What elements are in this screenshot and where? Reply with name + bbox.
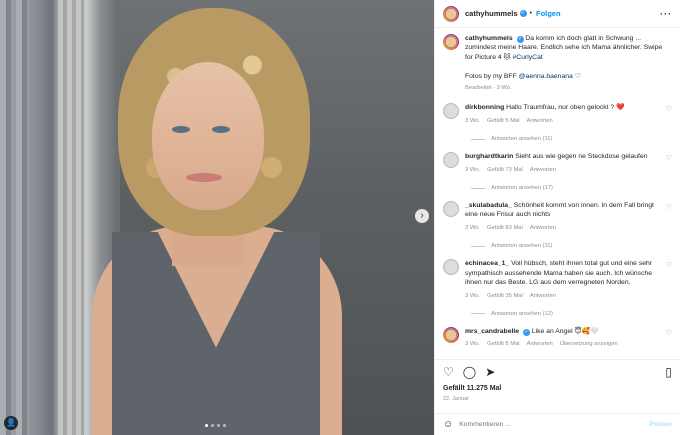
heart-icon[interactable]: ♡: [666, 154, 672, 162]
comment-age[interactable]: 3 Wo.: [465, 292, 480, 301]
verified-icon: ✓: [519, 10, 527, 17]
view-replies[interactable]: Antworten ansehen (11): [471, 136, 672, 142]
hashtag-link[interactable]: #CurlyCat: [513, 54, 543, 61]
left-eye: [172, 126, 190, 133]
comment: echinacea_1_ Voll hübsch, steht ihnen to…: [443, 259, 672, 301]
bookmark-icon[interactable]: ▯: [665, 365, 672, 379]
user-tag-icon[interactable]: 👤: [4, 416, 18, 430]
heart-icon[interactable]: ♡: [666, 329, 672, 337]
caption-text: cathyhummels ✓ Da komm ich doch glatt in…: [465, 34, 672, 93]
view-replies-label[interactable]: Antworten ansehen (11): [491, 243, 552, 249]
comment-author[interactable]: _skulabadula_: [465, 202, 512, 209]
avatar[interactable]: [443, 5, 459, 22]
carousel-dot: [205, 424, 208, 427]
comment-text: Hallo Traumfrau, nur oben gelockt ?: [506, 104, 615, 112]
verified-icon: ✓: [522, 328, 530, 336]
chevron-right-icon[interactable]: ›: [415, 209, 429, 223]
view-replies-label[interactable]: Antworten ansehen (12): [491, 311, 553, 317]
window-light: [58, 0, 84, 435]
view-replies-label[interactable]: Antworten ansehen (17): [491, 185, 553, 191]
heart-icon[interactable]: ♡: [666, 203, 672, 211]
comment-author[interactable]: mrs_candrabelle: [465, 328, 519, 335]
comment-likes[interactable]: Gefällt 8 Mal: [487, 340, 520, 349]
comment-likes[interactable]: Gefällt 35 Mal: [487, 292, 523, 301]
heart-icon[interactable]: ♡: [666, 261, 672, 269]
comments-scroll[interactable]: cathyhummels ✓ Da komm ich doch glatt in…: [435, 29, 680, 359]
post-photo[interactable]: › 👤: [0, 0, 434, 435]
avatar[interactable]: [443, 34, 459, 50]
face: [152, 62, 264, 210]
avatar[interactable]: [443, 103, 459, 120]
reply-button[interactable]: Antworten: [530, 224, 556, 233]
heart-outline-icon: ♡: [574, 72, 581, 80]
view-replies[interactable]: Antworten ansehen (17): [471, 185, 672, 191]
comment-input[interactable]: [459, 421, 644, 428]
carousel-dot: [217, 424, 220, 427]
avatar[interactable]: [443, 201, 459, 218]
comment-age[interactable]: 3 Wo.: [465, 340, 480, 349]
carousel-dot: [211, 424, 214, 427]
comment-age[interactable]: 3 Wo.: [465, 166, 480, 175]
comment-emoji: ❤️: [616, 104, 625, 112]
heart-icon[interactable]: ♡: [443, 365, 454, 379]
caption-author[interactable]: cathyhummels: [465, 35, 513, 42]
carousel-dot: [223, 424, 226, 427]
reply-button[interactable]: Antworten: [530, 292, 556, 301]
reply-button[interactable]: Antworten: [527, 340, 553, 349]
author-username[interactable]: cathyhummels: [465, 9, 518, 18]
translate-button[interactable]: Übersetzung anzeigen: [560, 340, 618, 349]
post-comment-button[interactable]: Posten: [649, 421, 672, 428]
comment: _skulabadula_ Schönheit kommt von innen.…: [443, 201, 672, 233]
credit-handle-link[interactable]: @aenna.baenana: [519, 73, 573, 80]
view-replies-label[interactable]: Antworten ansehen (11): [491, 136, 552, 142]
comment-icon[interactable]: ◯: [463, 365, 476, 379]
comment-text: Like an Angel 😇🥰🤍: [531, 327, 599, 335]
reply-button[interactable]: Antworten: [527, 117, 553, 126]
carousel-dots: [205, 424, 226, 427]
share-icon[interactable]: ➤: [485, 365, 495, 379]
post-header: cathyhummels ✓ • Folgen ···: [435, 0, 680, 28]
comment-author[interactable]: dirkbonning: [465, 104, 504, 111]
avatar[interactable]: [443, 152, 459, 169]
reply-button[interactable]: Antworten: [530, 166, 556, 175]
caption: cathyhummels ✓ Da komm ich doch glatt in…: [443, 34, 672, 93]
comment-age[interactable]: 3 Wo.: [465, 224, 480, 233]
heart-icon[interactable]: ♡: [666, 105, 672, 113]
view-replies[interactable]: Antworten ansehen (12): [471, 311, 672, 317]
verified-icon: ✓: [516, 36, 524, 43]
post-sidebar: cathyhummels ✓ • Folgen ··· cathyhummels…: [434, 0, 680, 435]
comment-age[interactable]: 3 Wo.: [465, 117, 480, 126]
more-options-icon[interactable]: ···: [660, 9, 672, 19]
avatar[interactable]: [443, 326, 459, 343]
comment-author[interactable]: burghardtkarin: [465, 153, 513, 160]
post-actions: ♡ ◯ ➤ ▯ Gefällt 11.275 Mal 22. Januar: [435, 359, 680, 402]
view-replies[interactable]: Antworten ansehen (11): [471, 243, 672, 249]
credit-text: Fotos by my BFF: [465, 72, 517, 80]
comment-likes[interactable]: Gefällt 73 Mal: [487, 166, 523, 175]
curtain: [0, 0, 30, 435]
comment-likes[interactable]: Gefällt 5 Mal: [487, 117, 520, 126]
comment: dirkbonning Hallo Traumfrau, nur oben ge…: [443, 103, 672, 126]
comment-text: Sieht aus wie gegen ne Steckdose gelaufe…: [515, 153, 648, 161]
likes-count[interactable]: Gefällt 11.275 Mal: [443, 385, 672, 392]
avatar[interactable]: [443, 259, 459, 276]
lips: [186, 173, 222, 182]
comment-author[interactable]: echinacea_1_: [465, 260, 509, 267]
emoji-icon[interactable]: ☺: [443, 419, 453, 430]
add-comment-bar: ☺ Posten: [435, 413, 680, 435]
right-eye: [212, 126, 230, 133]
comment-likes[interactable]: Gefällt 83 Mal: [487, 224, 523, 233]
post-date[interactable]: 22. Januar: [443, 396, 672, 402]
separator-dot: •: [529, 10, 532, 17]
comment: burghardtkarin Sieht aus wie gegen ne St…: [443, 152, 672, 175]
comment: mrs_candrabelle ✓ Like an Angel 😇🥰🤍 3 Wo…: [443, 326, 672, 350]
follow-button[interactable]: Folgen: [536, 9, 561, 18]
edited-label: Bearbeitet · 3 Wo.: [465, 85, 512, 92]
